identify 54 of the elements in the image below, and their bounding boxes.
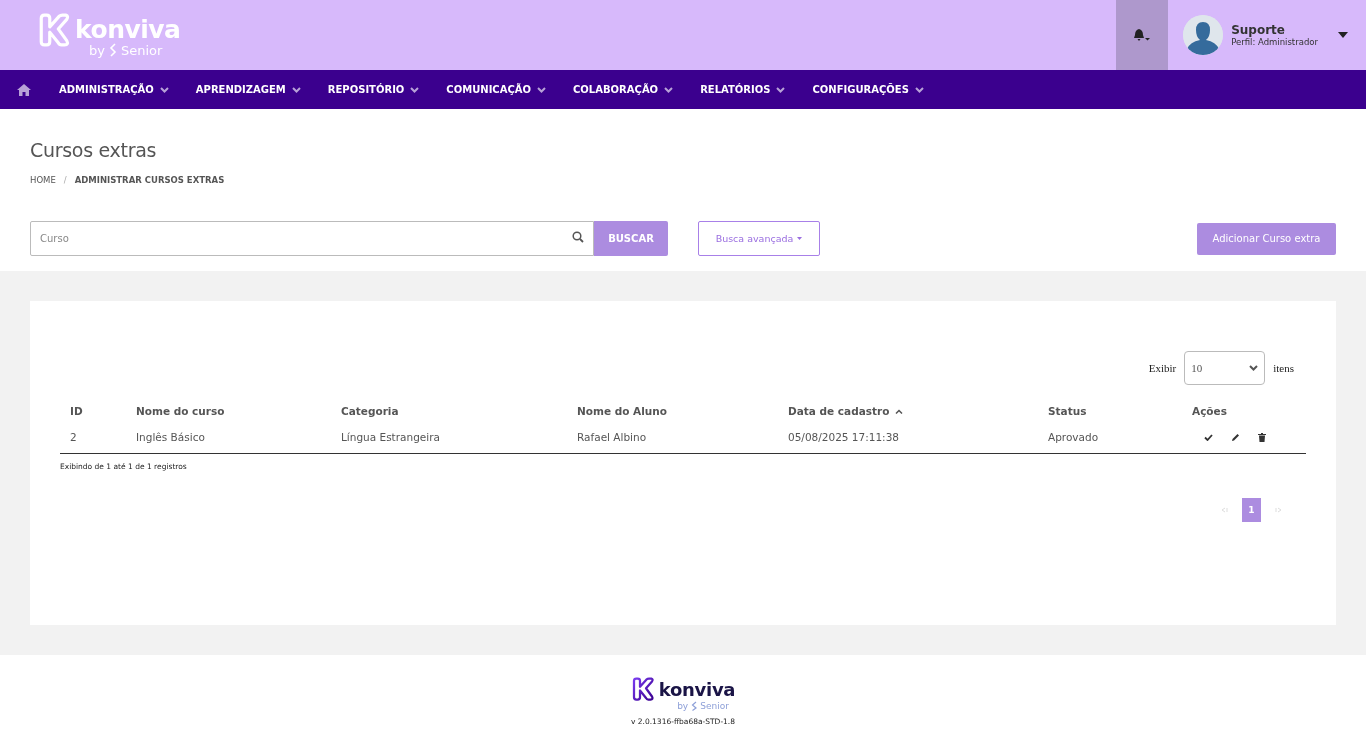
table-cell: 05/08/2025 17:11:38 (778, 423, 1038, 454)
home-icon[interactable] (17, 83, 31, 96)
search-icon (572, 231, 584, 243)
search-field[interactable]: Curso (30, 221, 594, 256)
table-cell: Aprovado (1038, 423, 1182, 454)
user-name: Suporte (1231, 23, 1286, 37)
bell-icon (1133, 28, 1152, 42)
logo-wordmark: konviva (658, 678, 736, 700)
s-logo-icon (108, 43, 117, 57)
table-cell: Rafael Albino (567, 423, 778, 454)
avatar-icon (1183, 15, 1224, 55)
column-header[interactable]: Nome do Aluno (567, 399, 778, 423)
page-size-select[interactable]: 10 (1184, 351, 1266, 385)
checkmark-icon[interactable] (1204, 433, 1213, 441)
caret-down-icon (1338, 32, 1348, 38)
nav-menu-item[interactable]: COLABORAÇÃO (573, 84, 674, 95)
page-size-suffix: itens (1273, 362, 1294, 374)
last-page-icon (1275, 507, 1282, 513)
logo-mark-icon (37, 12, 71, 47)
page-title: Cursos extras (30, 139, 158, 161)
user-role: Perfil: Administrador (1231, 37, 1318, 47)
chevron-down-icon (1249, 365, 1259, 371)
nav-menu-item[interactable]: CONFIGURAÇÕES (812, 84, 924, 95)
nav-menu-item[interactable]: COMUNICAÇÃO (446, 84, 547, 95)
logo-byline: by (677, 701, 689, 711)
table-cell: Língua Estrangeira (331, 423, 567, 454)
column-header[interactable]: Categoria (331, 399, 567, 423)
logo-mark-icon (630, 677, 655, 701)
column-header[interactable]: Nome do curso (126, 399, 331, 423)
breadcrumb-separator: / (63, 175, 67, 185)
logo-brand: Senior (700, 701, 729, 711)
column-header[interactable]: Ações (1182, 399, 1306, 423)
advanced-search-button[interactable]: Busca avançada (698, 221, 820, 256)
breadcrumb-current: ADMINISTRAR CURSOS EXTRAS (74, 175, 225, 185)
nav-menu-item[interactable]: RELATÓRIOS (700, 84, 786, 95)
nav-menu-item[interactable]: REPOSITÓRIO (327, 84, 420, 95)
first-page-icon (1221, 507, 1228, 513)
trash-icon[interactable] (1258, 432, 1266, 442)
nav-menu-item[interactable]: APRENDIZAGEM (195, 84, 301, 95)
logo-wordmark: konviva (75, 15, 181, 44)
table-cell: 2 (60, 423, 126, 454)
logo-byline: by (89, 42, 105, 58)
page-size-label: Exibir (1148, 362, 1177, 374)
column-header[interactable]: Data de cadastro (778, 399, 1038, 423)
caret-down-icon (797, 237, 803, 240)
table-cell: Inglês Básico (126, 423, 331, 454)
column-header[interactable]: Status (1038, 399, 1182, 423)
breadcrumb-link[interactable]: HOME (30, 175, 56, 185)
column-header[interactable]: ID (60, 399, 126, 423)
logo-brand: Senior (120, 42, 163, 58)
s-logo-icon (691, 701, 698, 711)
user-menu[interactable]: Suporte Perfil: Administrador (1168, 0, 1366, 70)
pencil-icon[interactable] (1231, 432, 1240, 442)
nav-menu-item[interactable]: ADMINISTRAÇÃO (59, 84, 169, 95)
